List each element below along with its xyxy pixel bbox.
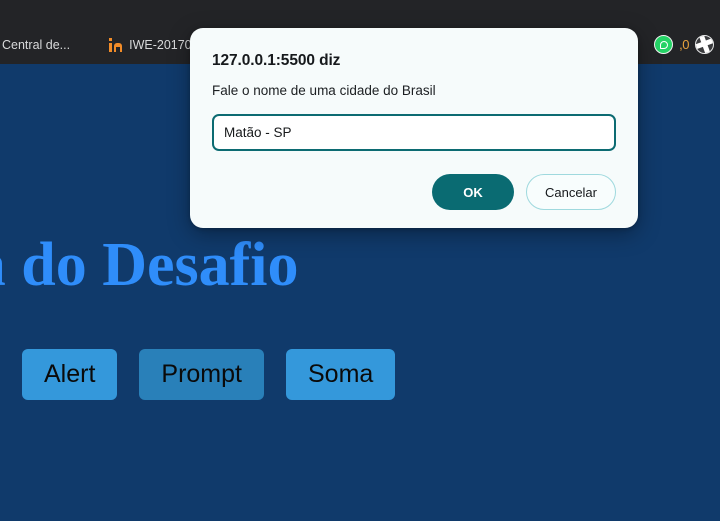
prompt-dialog: 127.0.0.1:5500 diz Fale o nome de uma ci… [190,28,638,228]
whatsapp-badge-count: ,0 [679,37,689,52]
whatsapp-icon[interactable] [654,35,674,54]
dialog-message: Fale o nome de uma cidade do Brasil [212,83,436,98]
browser-tab-central[interactable]: Central de... [0,30,78,60]
dialog-title: 127.0.0.1:5500 diz [212,52,341,69]
linkedin-favicon-icon [108,37,123,52]
alert-button[interactable]: Alert [22,349,118,400]
ok-button[interactable]: OK [431,174,514,210]
prompt-button[interactable]: Prompt [139,349,264,400]
page-title: Hora do Desafio [0,231,299,299]
browser-toolbar-right: ,0 [654,25,714,64]
prompt-input[interactable] [212,114,616,151]
globe-icon[interactable] [695,35,714,54]
screenshot-root: Hora do Desafio Alert Prompt Soma Centra… [0,0,720,521]
dialog-action-row: OK Cancelar [212,174,616,210]
soma-button[interactable]: Soma [286,349,396,400]
window-title-bar [0,0,720,26]
demo-button-row: Alert Prompt Soma [0,349,396,400]
cancel-button[interactable]: Cancelar [525,174,616,210]
browser-tab-label: Central de... [2,37,71,52]
